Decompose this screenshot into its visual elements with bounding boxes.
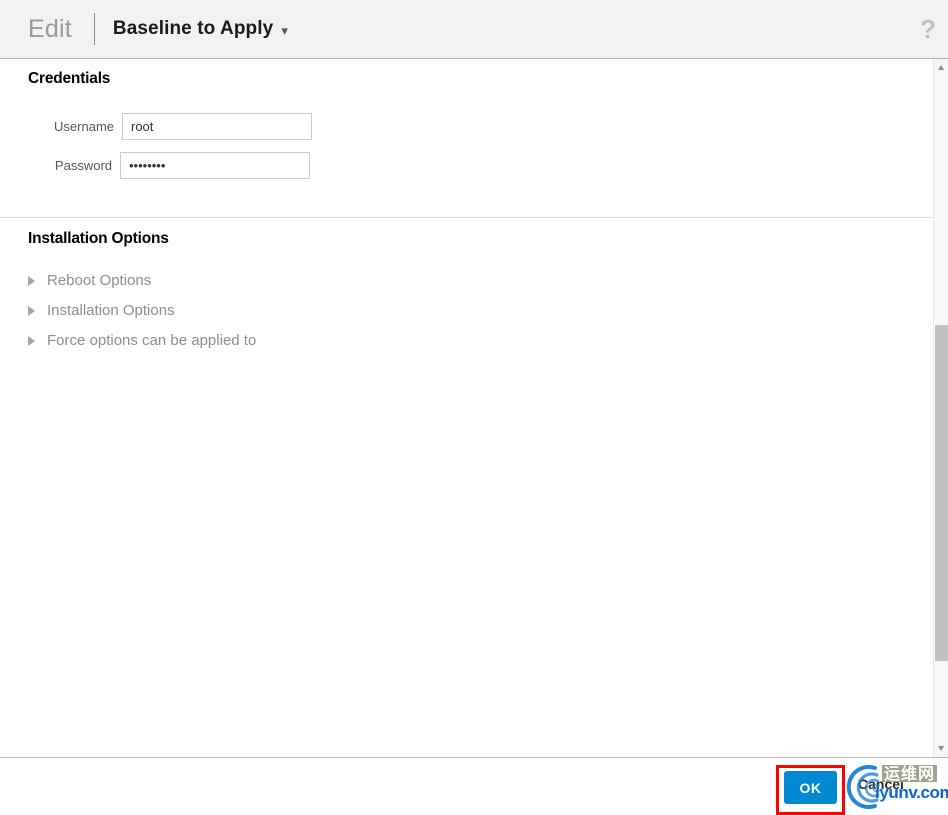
chevron-down-icon[interactable]: ▾	[281, 23, 288, 39]
credentials-heading: Credentials	[28, 70, 111, 87]
triangle-right-icon	[28, 275, 35, 286]
ok-button[interactable]: OK	[784, 771, 837, 804]
triangle-right-icon	[28, 335, 35, 346]
password-row: Password	[28, 152, 933, 179]
username-row: Username	[28, 113, 933, 140]
credentials-form: Username Password	[28, 113, 933, 179]
installation-options-accordion: Reboot Options Installation Options Forc…	[28, 272, 933, 349]
installation-options-heading: Installation Options	[28, 230, 169, 247]
accordion-item-force-options[interactable]: Force options can be applied to	[28, 332, 933, 349]
accordion-label: Reboot Options	[47, 272, 152, 289]
scroll-down-arrow-icon[interactable]	[938, 746, 944, 751]
dialog-footer: OK Cancel	[0, 757, 948, 815]
triangle-right-icon	[28, 305, 35, 316]
installation-options-section: Installation Options Reboot Options Inst…	[0, 218, 933, 349]
credentials-section: Credentials Username Password	[0, 59, 933, 179]
page-title: Baseline to Apply	[112, 18, 274, 39]
accordion-label: Installation Options	[47, 302, 175, 319]
dialog-titlebar: Edit Baseline to Apply ▾	[0, 0, 948, 59]
username-input[interactable]	[122, 113, 312, 140]
password-label: Password	[54, 158, 112, 173]
password-input[interactable]	[120, 152, 310, 179]
scroll-up-arrow-icon[interactable]	[938, 65, 944, 70]
accordion-item-reboot-options[interactable]: Reboot Options	[28, 272, 933, 289]
username-label: Username	[54, 119, 114, 134]
help-icon[interactable]: ?	[920, 16, 936, 42]
cancel-button[interactable]: Cancel	[858, 776, 904, 792]
accordion-item-installation-options[interactable]: Installation Options	[28, 302, 933, 319]
accordion-label: Force options can be applied to	[47, 332, 257, 349]
dialog-content: Credentials Username Password Installati…	[0, 59, 933, 757]
scrollbar-thumb[interactable]	[935, 325, 948, 661]
vertical-scrollbar[interactable]	[933, 59, 948, 757]
titlebar-divider	[93, 13, 95, 45]
dialog-mode-label: Edit	[28, 14, 72, 43]
